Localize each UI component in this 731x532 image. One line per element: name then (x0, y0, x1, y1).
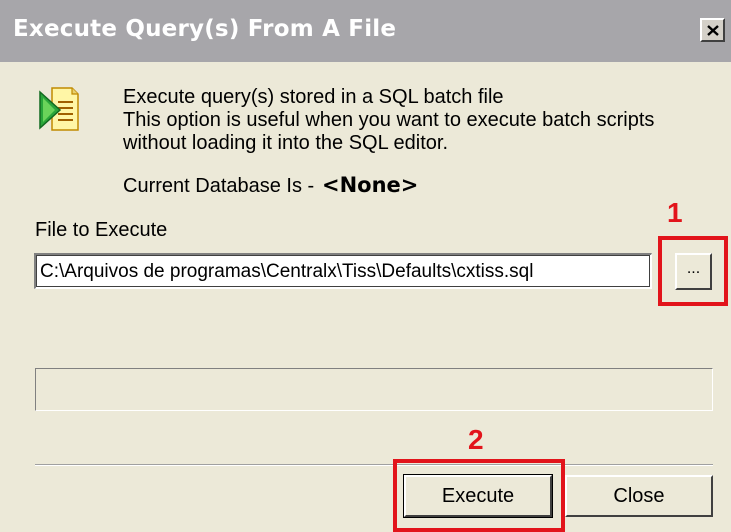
close-button[interactable]: Close (565, 475, 713, 517)
file-path-input[interactable] (34, 253, 652, 289)
title-bar: Execute Query(s) From A File (0, 0, 731, 62)
current-database-label: Current Database Is - (123, 175, 315, 197)
execute-button[interactable]: Execute (403, 474, 553, 518)
description-line-1: Execute query(s) stored in a SQL batch f… (123, 86, 504, 108)
description-line-2: This option is useful when you want to e… (123, 109, 655, 131)
window-close-button[interactable] (700, 18, 725, 42)
separator-line (35, 464, 713, 466)
annotation-marker-2: 2 (468, 424, 484, 455)
window-title: Execute Query(s) From A File (13, 16, 397, 42)
current-database-value: <None> (322, 173, 419, 197)
sql-batch-file-icon (39, 87, 79, 131)
close-icon (707, 25, 719, 36)
annotation-box-1 (658, 236, 728, 306)
description-line-3: without loading it into the SQL editor. (123, 132, 449, 154)
file-to-execute-label: File to Execute (35, 219, 168, 241)
progress-bar (35, 368, 713, 411)
annotation-marker-1: 1 (667, 197, 683, 228)
